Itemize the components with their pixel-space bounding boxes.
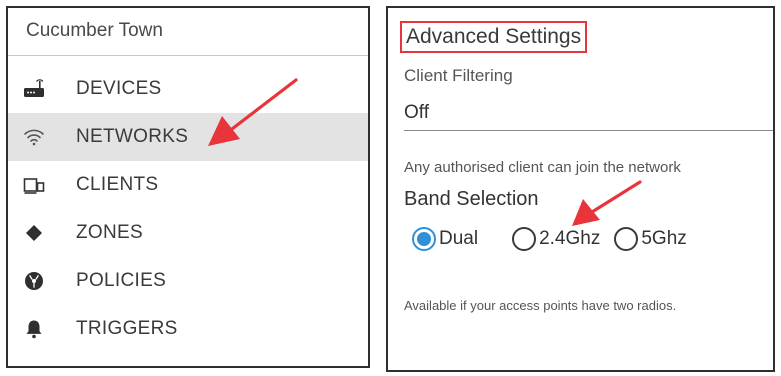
nav-list: DEVICES NETWORKS CLIENTS ZONES POLICIES …: [8, 65, 368, 353]
screenshot-canvas: Cucumber Town DEVICES NETWORKS CLIENTS Z…: [0, 0, 781, 376]
sidebar-item-label: NETWORKS: [76, 126, 189, 147]
clients-icon: [22, 173, 46, 197]
client-filtering-select[interactable]: Off: [404, 102, 429, 124]
router-icon: [22, 77, 46, 101]
radio-label-5ghz: 5Ghz: [641, 228, 687, 249]
sidebar-item-label: ZONES: [76, 222, 143, 243]
settings-panel: Advanced Settings Client Filtering Off A…: [386, 6, 775, 372]
sidebar-item-devices[interactable]: DEVICES: [8, 65, 368, 113]
radio-unchecked-icon[interactable]: [614, 227, 639, 251]
sidebar-item-label: DEVICES: [76, 78, 162, 99]
client-filtering-underline: [404, 130, 773, 131]
radio-label-2-4ghz: 2.4Ghz: [539, 228, 601, 249]
radio-label-dual: Dual: [439, 228, 479, 249]
radio-unchecked-icon[interactable]: [512, 227, 537, 251]
client-filtering-help: Any authorised client can join the netwo…: [404, 159, 681, 176]
wifi-icon: [22, 125, 46, 149]
band-radio-group: Dual 2.4Ghz 5Ghz: [412, 227, 701, 251]
radio-dual[interactable]: Dual: [412, 227, 478, 251]
sidebar-item-triggers[interactable]: TRIGGERS: [8, 305, 368, 353]
band-selection-label: Band Selection: [404, 188, 539, 210]
sidebar-item-label: TRIGGERS: [76, 318, 178, 339]
radio-dot: [417, 232, 431, 246]
radio-2-4ghz[interactable]: 2.4Ghz: [512, 227, 600, 251]
sidebar-item-clients[interactable]: CLIENTS: [8, 161, 368, 209]
sidebar-item-policies[interactable]: POLICIES: [8, 257, 368, 305]
sidebar-item-label: POLICIES: [76, 270, 167, 291]
sidebar-item-label: CLIENTS: [76, 174, 159, 195]
sidebar-item-networks[interactable]: NETWORKS: [8, 113, 368, 161]
sidebar-item-zones[interactable]: ZONES: [8, 209, 368, 257]
band-selection-help: Available if your access points have two…: [404, 298, 677, 313]
bell-icon: [22, 317, 46, 341]
advanced-settings-title: Advanced Settings: [400, 21, 588, 53]
diamond-icon: [22, 221, 46, 245]
org-name: Cucumber Town: [8, 8, 368, 56]
radio-5ghz[interactable]: 5Ghz: [614, 227, 687, 251]
radiation-icon: [22, 269, 46, 293]
radio-checked-icon[interactable]: [412, 227, 436, 251]
client-filtering-label: Client Filtering: [404, 66, 513, 85]
sidebar-panel: Cucumber Town DEVICES NETWORKS CLIENTS Z…: [6, 6, 370, 368]
